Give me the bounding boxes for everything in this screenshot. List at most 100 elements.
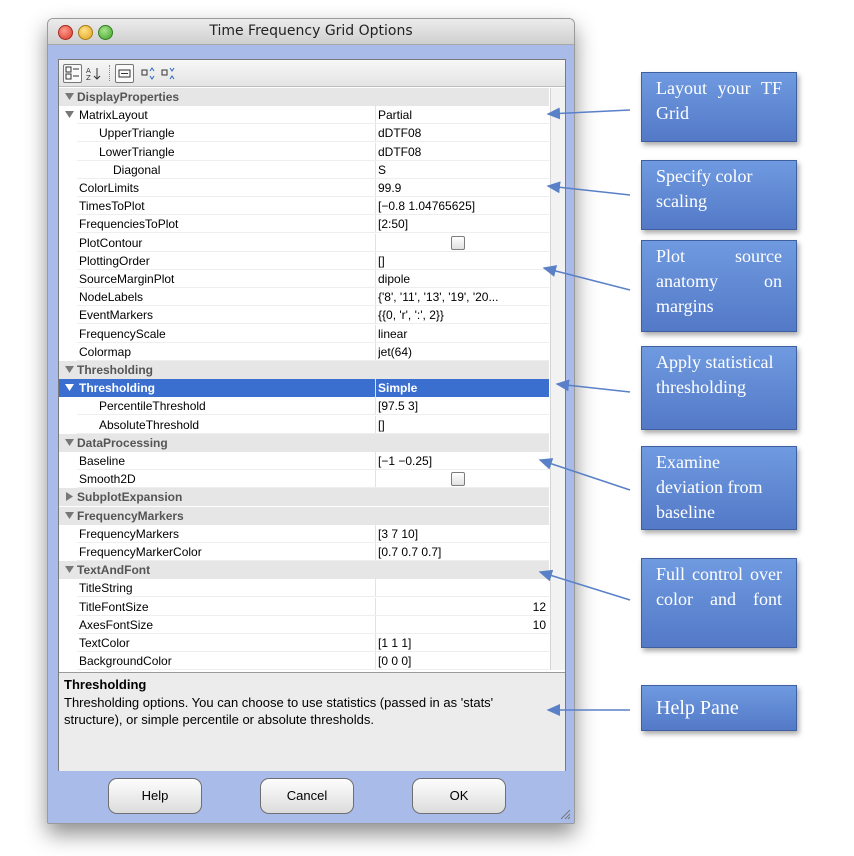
property-value[interactable]: jet(64) bbox=[378, 345, 546, 359]
property-row[interactable]: PlotContour bbox=[59, 233, 549, 252]
column-separator bbox=[375, 215, 376, 234]
column-separator bbox=[375, 142, 376, 161]
property-row[interactable]: MatrixLayout Partial bbox=[59, 106, 549, 125]
property-value[interactable]: Partial bbox=[378, 108, 546, 122]
property-value[interactable]: [3 7 10] bbox=[378, 527, 546, 541]
column-separator bbox=[375, 597, 376, 616]
property-name: TitleFontSize bbox=[79, 599, 149, 614]
property-row[interactable]: NodeLabels {'8', '11', '13', '19', '20... bbox=[59, 288, 549, 307]
category-label: DisplayProperties bbox=[77, 90, 180, 104]
category-row[interactable]: Thresholding bbox=[59, 361, 549, 379]
property-value[interactable]: [0 0 0] bbox=[378, 654, 546, 668]
property-checkbox[interactable] bbox=[451, 472, 465, 487]
property-row[interactable]: PlottingOrder [] bbox=[59, 251, 549, 270]
property-value[interactable]: [] bbox=[378, 418, 546, 432]
property-row[interactable]: Colormap jet(64) bbox=[59, 342, 549, 361]
property-row[interactable]: FrequencyMarkers [3 7 10] bbox=[59, 524, 549, 543]
category-row[interactable]: DataProcessing bbox=[59, 433, 549, 452]
column-separator bbox=[375, 379, 376, 398]
property-row[interactable]: ColorLimits 99.9 bbox=[59, 179, 549, 197]
help-button[interactable]: Help bbox=[108, 778, 202, 814]
property-name: Diagonal bbox=[113, 162, 161, 177]
column-separator bbox=[375, 397, 376, 416]
property-editor-icon[interactable] bbox=[115, 64, 134, 83]
window-content: AZ DisplayProperties MatrixLayout Partial U… bbox=[48, 45, 574, 823]
property-value[interactable]: dipole bbox=[378, 272, 546, 286]
collapse-all-icon[interactable] bbox=[159, 64, 178, 83]
property-row[interactable]: AxesFontSize 10 bbox=[59, 615, 549, 634]
column-separator bbox=[375, 288, 376, 307]
toolbar-separator bbox=[109, 65, 111, 81]
property-row[interactable]: FrequencyMarkerColor [0.7 0.7 0.7] bbox=[59, 543, 549, 561]
property-value[interactable]: S bbox=[378, 163, 546, 177]
column-separator bbox=[375, 342, 376, 361]
category-row[interactable]: DisplayProperties bbox=[59, 88, 549, 106]
expanded-triangle-icon[interactable] bbox=[65, 511, 74, 520]
column-separator bbox=[375, 652, 376, 671]
property-checkbox[interactable] bbox=[451, 235, 465, 250]
property-value[interactable]: [97.5 3] bbox=[378, 399, 546, 413]
property-value[interactable]: [2:50] bbox=[378, 217, 546, 231]
property-row[interactable]: AbsoluteThreshold [] bbox=[59, 415, 549, 434]
property-value[interactable]: {{0, 'r', ':', 2}} bbox=[378, 308, 546, 322]
collapsed-triangle-icon[interactable] bbox=[65, 492, 74, 502]
category-row[interactable]: SubplotExpansion bbox=[59, 488, 549, 507]
property-row[interactable]: TitleString bbox=[59, 579, 549, 598]
property-value[interactable]: 10 bbox=[378, 618, 546, 632]
property-value[interactable]: {'8', '11', '13', '19', '20... bbox=[378, 290, 546, 304]
property-row[interactable]: Smooth2D bbox=[59, 470, 549, 489]
help-title: Thresholding bbox=[64, 677, 147, 692]
grid-scrollbar[interactable] bbox=[550, 88, 565, 670]
property-value[interactable]: dDTF08 bbox=[378, 145, 546, 159]
categorized-view-icon[interactable] bbox=[63, 64, 82, 83]
category-row[interactable]: TextAndFont bbox=[59, 561, 549, 580]
property-value[interactable]: [−1 −0.25] bbox=[378, 454, 546, 468]
property-row[interactable]: FrequencyScale linear bbox=[59, 324, 549, 343]
property-value[interactable]: linear bbox=[378, 327, 546, 341]
property-name: Thresholding bbox=[79, 381, 155, 396]
cancel-button[interactable]: Cancel bbox=[260, 778, 354, 814]
expanded-triangle-icon[interactable] bbox=[65, 438, 74, 447]
expand-all-icon[interactable] bbox=[139, 64, 158, 83]
property-row[interactable]: PercentileThreshold [97.5 3] bbox=[59, 397, 549, 416]
property-value[interactable]: dDTF08 bbox=[378, 126, 546, 140]
property-value[interactable]: [−0.8 1.04765625] bbox=[378, 199, 546, 213]
property-row[interactable]: EventMarkers {{0, 'r', ':', 2}} bbox=[59, 306, 549, 325]
expanded-triangle-icon[interactable] bbox=[65, 92, 74, 101]
property-name: Smooth2D bbox=[79, 472, 136, 487]
inspector-toolbar: AZ bbox=[59, 60, 565, 87]
title-bar[interactable]: Time Frequency Grid Options bbox=[48, 19, 574, 45]
expanded-triangle-icon[interactable] bbox=[65, 565, 74, 574]
property-row[interactable]: Baseline [−1 −0.25] bbox=[59, 452, 549, 470]
property-inspector: AZ DisplayProperties MatrixLayout Partial U… bbox=[58, 59, 566, 771]
property-row[interactable]: TitleFontSize 12 bbox=[59, 597, 549, 616]
property-name: UpperTriangle bbox=[99, 126, 175, 141]
property-name: PlotContour bbox=[79, 235, 143, 250]
category-label: TextAndFont bbox=[77, 563, 151, 578]
expanded-triangle-icon[interactable] bbox=[65, 365, 74, 374]
property-name: AbsoluteThreshold bbox=[99, 417, 200, 432]
property-value[interactable]: 12 bbox=[378, 600, 546, 614]
property-row[interactable]: Thresholding Simple bbox=[59, 379, 549, 398]
property-row[interactable]: TimesToPlot [−0.8 1.04765625] bbox=[59, 197, 549, 216]
category-row[interactable]: FrequencyMarkers bbox=[59, 506, 549, 525]
expanded-triangle-icon[interactable] bbox=[65, 383, 74, 392]
property-value[interactable]: 99.9 bbox=[378, 181, 546, 195]
property-row[interactable]: Diagonal S bbox=[59, 160, 549, 179]
property-value[interactable]: Simple bbox=[378, 381, 546, 395]
column-separator bbox=[375, 634, 376, 652]
ok-button[interactable]: OK bbox=[412, 778, 506, 814]
property-value[interactable]: [] bbox=[378, 254, 546, 268]
property-row[interactable]: UpperTriangle dDTF08 bbox=[59, 124, 549, 143]
expanded-triangle-icon[interactable] bbox=[65, 110, 74, 119]
svg-text:Z: Z bbox=[86, 74, 91, 81]
resize-grip-icon[interactable] bbox=[559, 808, 571, 820]
property-row[interactable]: BackgroundColor [0 0 0] bbox=[59, 652, 549, 671]
sort-alphabetical-icon[interactable]: AZ bbox=[84, 64, 103, 83]
property-row[interactable]: LowerTriangle dDTF08 bbox=[59, 142, 549, 161]
property-row[interactable]: TextColor [1 1 1] bbox=[59, 634, 549, 652]
property-row[interactable]: SourceMarginPlot dipole bbox=[59, 270, 549, 288]
property-value[interactable]: [0.7 0.7 0.7] bbox=[378, 545, 546, 559]
property-value[interactable]: [1 1 1] bbox=[378, 636, 546, 650]
property-row[interactable]: FrequenciesToPlot [2:50] bbox=[59, 215, 549, 234]
